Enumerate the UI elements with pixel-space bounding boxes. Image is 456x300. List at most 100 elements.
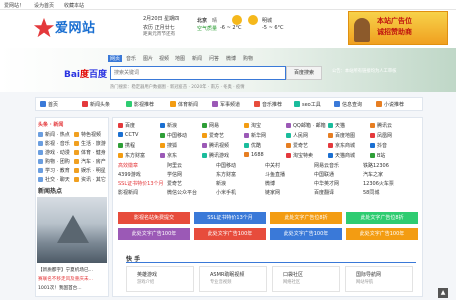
text-link[interactable]: 中国移动	[216, 162, 236, 169]
tab-5[interactable]: 新闻	[192, 55, 202, 62]
search-input[interactable]	[111, 67, 285, 79]
site-link[interactable]: 腾讯游戏	[202, 152, 229, 159]
ad-button[interactable]: 此处文字广告位8折	[270, 212, 342, 224]
nav-item-4[interactable]: 军事频道	[212, 101, 240, 108]
ad-button[interactable]: 此处文字广告100年	[270, 228, 342, 240]
site-link[interactable]: 天猫商城	[328, 152, 355, 159]
left-link[interactable]: 学习 · 教育	[38, 167, 70, 174]
site-link[interactable]: 搜狐	[160, 142, 177, 149]
news-item[interactable]: 1001次！我国首台...	[38, 285, 108, 291]
site-link[interactable]: 爱奇艺	[202, 132, 224, 139]
site-link[interactable]: 东方财富	[118, 152, 145, 159]
left-link[interactable]: 特色视频	[74, 131, 101, 138]
site-link[interactable]: 人民网	[286, 132, 308, 139]
text-link[interactable]: 新浪	[216, 180, 226, 187]
left-link[interactable]: 新闻 · 热点	[38, 131, 70, 138]
tab-3[interactable]: 视频	[159, 55, 169, 62]
text-link[interactable]: 学信网	[167, 171, 182, 178]
site-link[interactable]: 1688	[244, 152, 264, 158]
nav-item-2[interactable]: 影视推荐	[126, 101, 154, 108]
text-link[interactable]: 4399游戏	[118, 171, 141, 178]
weather-city-2[interactable]: 明城	[262, 17, 272, 24]
nav-item-7[interactable]: 信息查询	[334, 101, 362, 108]
tab-8[interactable]: 购物	[243, 55, 253, 62]
text-link[interactable]: 中华英才网	[314, 180, 339, 187]
site-link[interactable]: 中国移动	[160, 132, 187, 139]
site-link[interactable]: 网易	[202, 122, 219, 129]
app-card[interactable]: 口袋社区 网络社区	[272, 266, 340, 292]
ad-button[interactable]: 此处文字广告100年	[346, 228, 418, 240]
site-link[interactable]: 天猫	[328, 122, 345, 129]
site-link[interactable]: 携程	[118, 142, 135, 149]
left-link[interactable]: 汽车 · 房产	[74, 158, 106, 165]
site-link[interactable]: 凤凰网	[370, 132, 392, 139]
text-link[interactable]: 汽车之家	[363, 171, 383, 178]
text-link[interactable]: 网易云音乐	[314, 162, 339, 169]
news-item[interactable]: 【新质都字】宁夏机场已...	[38, 267, 108, 273]
text-link[interactable]: 微信公众平台	[167, 189, 197, 196]
app-card[interactable]: 国际导航网 网站导航	[345, 266, 413, 292]
ad-button[interactable]: 影视名站免费提交	[118, 212, 190, 224]
back-to-top-button[interactable]: ▲	[438, 288, 448, 298]
nav-item-6[interactable]: seo工具	[294, 101, 321, 108]
text-link[interactable]: 百度翻译	[314, 189, 334, 196]
news-item[interactable]: 赛联名不移走风及重庆未...	[38, 276, 108, 282]
text-link[interactable]: 中国联通	[314, 171, 334, 178]
text-link[interactable]: 12306火车票	[363, 180, 394, 187]
site-link[interactable]: 淘宝特卖	[286, 152, 313, 159]
site-link[interactable]: 京东商城	[328, 142, 355, 149]
site-link[interactable]: CCTV	[118, 132, 138, 138]
left-link[interactable]: 影视 · 音乐	[38, 140, 70, 147]
left-head[interactable]: 头条 · 新闻	[38, 121, 63, 128]
site-link[interactable]: 淘宝	[244, 122, 261, 129]
nav-item-8[interactable]: 小说推荐	[376, 101, 404, 108]
site-link[interactable]: 腾讯视频	[202, 142, 229, 149]
hot-searches[interactable]: 热门搜索：稳定器用户数据图 · 新冠疫苗 · 2020年 · 南方 · 冬奥 ·…	[110, 84, 245, 90]
news-image[interactable]	[37, 197, 107, 263]
site-link[interactable]: 百度	[118, 122, 135, 129]
text-link[interactable]: 小米手机	[216, 189, 236, 196]
tab-7[interactable]: 微博	[226, 55, 236, 62]
site-link[interactable]: 新浪	[160, 122, 177, 129]
left-link[interactable]: 娱乐 · 明星	[74, 167, 106, 174]
left-link[interactable]: 购物 · 团购	[38, 158, 70, 165]
ad-button[interactable]: 此处文字广告100年	[194, 228, 266, 240]
site-link[interactable]: 百度地图	[328, 132, 355, 139]
site-link[interactable]: B站	[370, 152, 385, 159]
left-link[interactable]: 体育 · 健身	[74, 149, 106, 156]
text-link[interactable]: 高效徽章	[118, 162, 138, 169]
left-link[interactable]: 游戏 · 动漫	[38, 149, 70, 156]
text-link[interactable]: 中关村	[265, 162, 280, 169]
text-link[interactable]: 影视新闻	[118, 189, 138, 196]
tab-0[interactable]: 网页	[108, 55, 123, 62]
search-box[interactable]	[110, 66, 286, 80]
weather-city-1[interactable]: 北京	[197, 17, 207, 24]
left-link[interactable]: 生活 · 旅游	[74, 140, 106, 147]
ad-button[interactable]: SSL证书特价13个月	[194, 212, 266, 224]
app-card[interactable]: ASMR助眠视频 专业音视频	[199, 266, 267, 292]
left-link[interactable]: 资讯 · 其它	[74, 176, 106, 183]
text-link[interactable]: 东方财富	[216, 171, 236, 178]
ad-button[interactable]: 此处文字广告位8折	[346, 212, 418, 224]
site-link[interactable]: QQ邮箱 · 邮箱	[286, 122, 326, 129]
site-link[interactable]: 爱奇艺	[286, 142, 308, 149]
tab-2[interactable]: 图片	[143, 55, 153, 62]
favorite-link[interactable]: 收藏本站	[64, 2, 84, 9]
nav-item-1[interactable]: 新闻头条	[82, 101, 110, 108]
site-link[interactable]: 优酷	[244, 142, 261, 149]
nav-item-0[interactable]: 首页	[40, 101, 58, 108]
text-link[interactable]: 58同城	[363, 189, 379, 196]
set-homepage-link[interactable]: 设为首页	[34, 2, 54, 9]
tab-6[interactable]: 问答	[209, 55, 219, 62]
site-link[interactable]: 抖音	[370, 142, 387, 149]
left-link[interactable]: 社交 · 聊天	[38, 176, 70, 183]
app-card[interactable]: 英雄游戏 游戏介绍	[126, 266, 194, 292]
text-link[interactable]: 链家网	[265, 189, 280, 196]
text-link[interactable]: 爱奇艺	[167, 180, 182, 187]
site-link[interactable]: 腾讯云	[370, 122, 392, 129]
site-link[interactable]: 新华网	[244, 132, 266, 139]
text-link[interactable]: 微博	[265, 180, 275, 187]
text-link[interactable]: 斗鱼直播	[265, 171, 285, 178]
search-button[interactable]: 百度搜索	[286, 66, 322, 80]
site-link[interactable]: 京东	[160, 152, 177, 159]
